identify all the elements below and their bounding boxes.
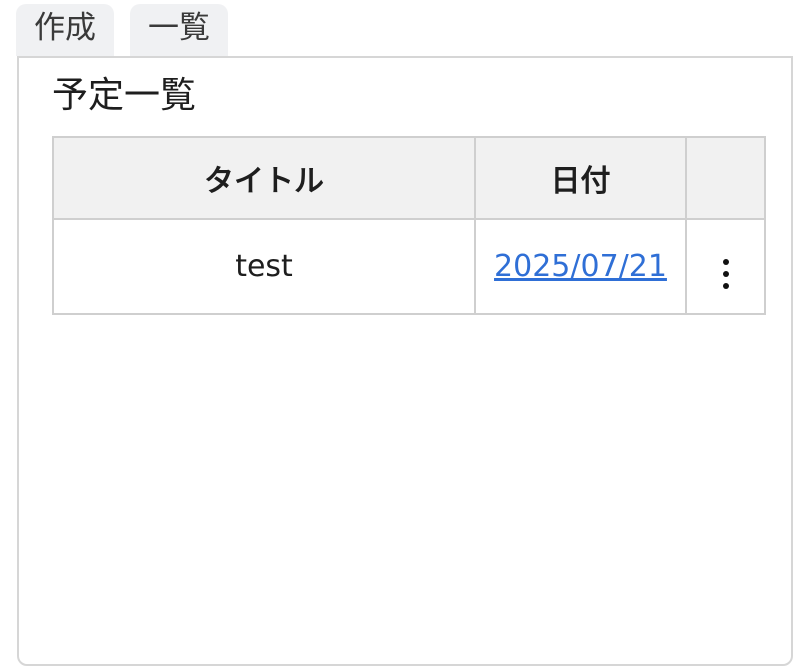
- cell-date: 2025/07/21: [474, 218, 687, 315]
- cell-actions: [685, 218, 766, 315]
- table-header-row: タイトル 日付: [52, 136, 766, 220]
- list-panel: 予定一覧 タイトル 日付 test 2025/07/21: [17, 56, 793, 666]
- kebab-dot: [722, 283, 729, 289]
- kebab-dot: [722, 271, 729, 277]
- tab-bar: 作成 一覧: [16, 4, 228, 56]
- kebab-dot: [722, 259, 729, 265]
- column-header-title: タイトル: [52, 136, 476, 220]
- page-title: 予定一覧: [52, 75, 197, 116]
- date-link[interactable]: 2025/07/21: [494, 249, 667, 284]
- tab-list[interactable]: 一覧: [130, 4, 228, 56]
- column-header-date: 日付: [474, 136, 687, 220]
- more-options-icon[interactable]: [715, 253, 737, 295]
- tab-create[interactable]: 作成: [16, 4, 114, 56]
- cell-title: test: [52, 218, 476, 315]
- column-header-actions: [685, 136, 766, 220]
- schedule-table: タイトル 日付 test 2025/07/21: [52, 136, 766, 315]
- table-row: test 2025/07/21: [52, 218, 766, 315]
